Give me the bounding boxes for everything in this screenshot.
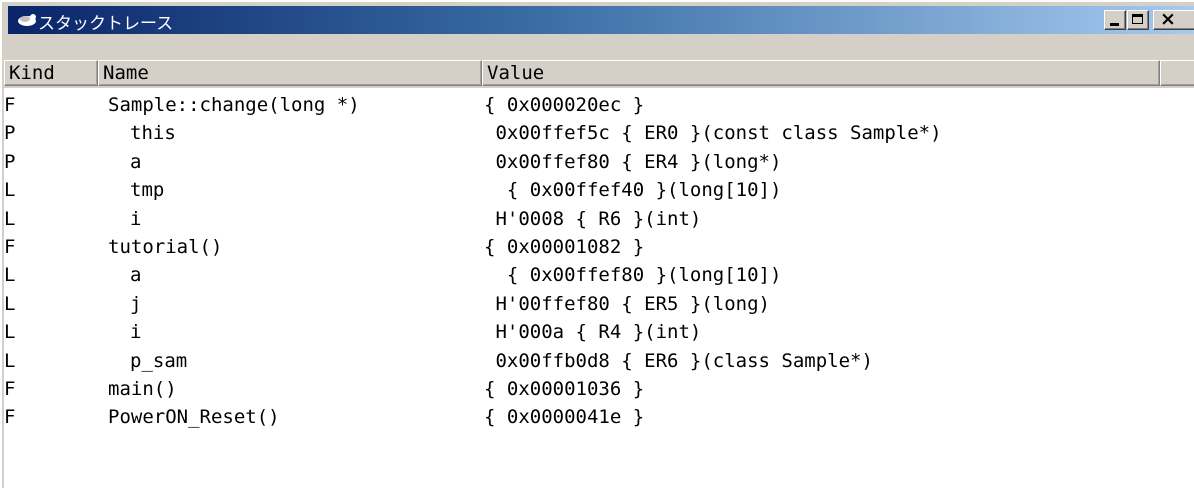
close-icon: × [1160,8,1176,30]
row-name: j [130,293,142,315]
minimize-icon [1110,23,1119,26]
stack-trace-window: スタックトレース × Kind Name Value F Sample::chan… [0,0,1194,488]
row-name: a [130,264,142,286]
row-name: PowerON_Reset() [108,406,280,428]
row-name: this [130,122,176,144]
column-header: Kind Name Value [4,60,1194,86]
row-name: tmp [130,179,165,201]
table-row[interactable]: Ltmp { 0x00ffef40 }(long[10]) [4,176,1194,204]
row-value: { 0x00001082 } [484,236,645,258]
row-name: a [130,151,142,173]
row-value: { 0x000020ec } [484,94,645,116]
table-row[interactable]: La { 0x00ffef80 }(long[10]) [4,261,1194,289]
row-value: { 0x00ffef40 }(long[10]) [484,179,782,201]
column-header-name[interactable]: Name [98,60,482,86]
row-kind: L [4,321,16,343]
title-bar[interactable]: スタックトレース × [8,6,1194,34]
row-value: H'00ffef80 { ER5 }(long) [484,293,770,315]
table-row[interactable]: Ftutorial() { 0x00001082 } [4,233,1194,261]
table-row[interactable]: Lp_sam 0x00ffb0d8 { ER6 }(class Sample*) [4,347,1194,375]
row-value: 0x00ffef5c { ER0 }(const class Sample*) [484,122,942,144]
row-kind: L [4,293,16,315]
column-header-value[interactable]: Value [482,60,1160,86]
row-value: 0x00ffb0d8 { ER6 }(class Sample*) [484,350,873,372]
row-name: i [130,208,142,230]
table-row[interactable]: Lj H'00ffef80 { ER5 }(long) [4,290,1194,318]
row-kind: P [4,122,16,144]
row-name: main() [108,378,177,400]
row-value: H'000a { R4 }(int) [484,321,702,343]
table-row[interactable]: F PowerON_Reset() { 0x0000041e } [4,403,1194,431]
maximize-icon [1132,14,1143,24]
row-name: i [130,321,142,343]
row-value: { 0x0000041e } [484,406,645,428]
row-name: tutorial() [108,236,223,258]
stack-trace-app-icon [16,12,38,28]
row-value: { 0x00001036 } [484,378,645,400]
maximize-button[interactable] [1127,10,1149,30]
row-value: 0x00ffef80 { ER4 }(long*) [484,151,782,173]
row-kind: P [4,151,16,173]
table-row[interactable]: Li H'000a { R4 }(int) [4,318,1194,346]
close-button[interactable]: × [1153,8,1194,30]
row-kind: L [4,179,16,201]
row-name: Sample::change(long *) [108,94,360,116]
row-kind: F [4,236,16,258]
row-kind: L [4,264,16,286]
column-header-filler [1160,60,1194,86]
row-value: H'0008 { R6 }(int) [484,208,702,230]
row-value: { 0x00ffef80 }(long[10]) [484,264,782,286]
minimize-button[interactable] [1104,10,1126,30]
stack-trace-list[interactable]: F Sample::change(long *) { 0x000020ec }Pth… [4,88,1194,488]
row-name: p_sam [130,350,188,372]
table-row[interactable]: Li H'0008 { R6 }(int) [4,205,1194,233]
row-kind: F [4,94,16,116]
table-row[interactable]: Fmain() { 0x00001036 } [4,375,1194,403]
table-row[interactable]: Pa 0x00ffef80 { ER4 }(long*) [4,148,1194,176]
row-kind: L [4,208,16,230]
table-row[interactable]: Pthis 0x00ffef5c { ER0 }(const class Sam… [4,119,1194,147]
column-header-kind[interactable]: Kind [4,60,98,86]
row-kind: L [4,350,16,372]
row-kind: F [4,378,16,400]
row-kind: F [4,406,16,428]
table-row[interactable]: F Sample::change(long *) { 0x000020ec } [4,91,1194,119]
window-title: スタックトレース [38,14,174,34]
